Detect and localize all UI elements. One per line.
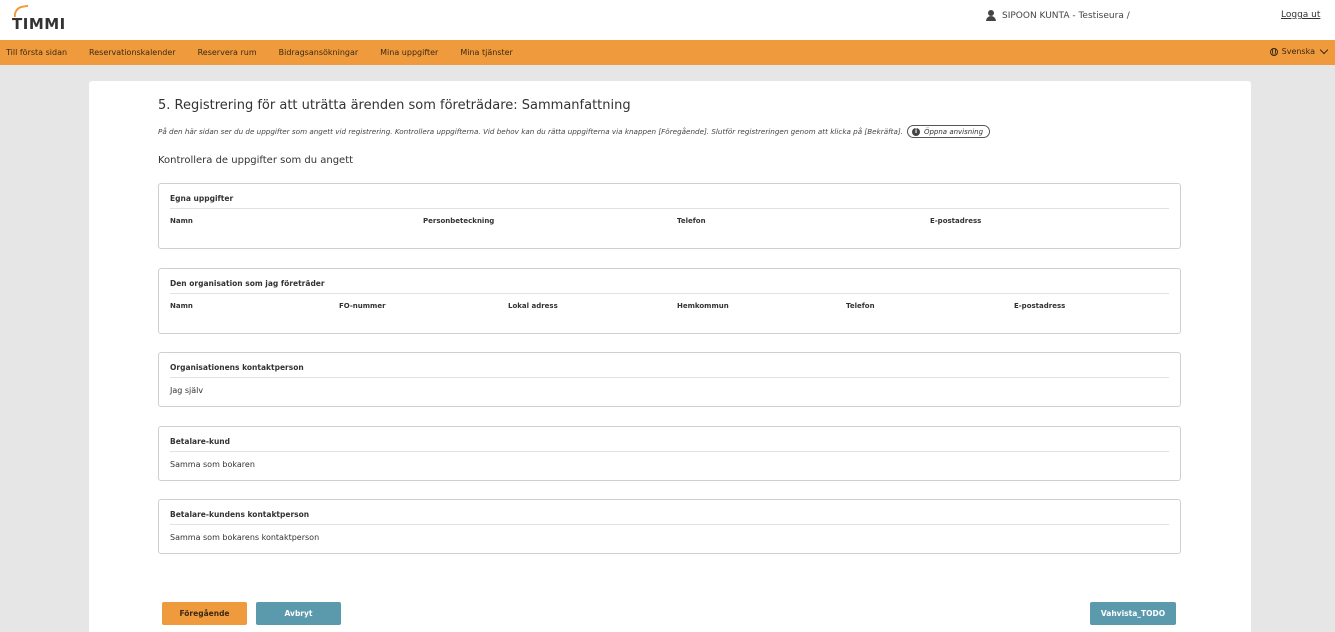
open-guide-label: Öppna anvisning — [923, 127, 984, 136]
payer-panel: Betalare-kund Samma som bokaren — [158, 426, 1181, 481]
divider — [170, 208, 1169, 209]
column-header-phone: Telefon — [846, 302, 875, 310]
nav-item-reserve-room[interactable]: Reservera rum — [198, 48, 257, 57]
timmi-logo[interactable]: TIMMI — [12, 4, 92, 34]
payer-contact-value: Samma som bokarens kontaktperson — [170, 533, 320, 542]
column-header-local-address: Lokal adress — [508, 302, 558, 310]
confirm-button[interactable]: Vahvista_TODO — [1090, 602, 1176, 625]
top-bar: TIMMI SIPOON KUNTA - Testiseura / Logga … — [0, 0, 1335, 40]
cancel-button[interactable]: Avbryt — [256, 602, 341, 625]
divider — [170, 524, 1169, 525]
globe-icon — [1269, 47, 1278, 56]
nav-item-reservation-calendar[interactable]: Reservationskalender — [89, 48, 176, 57]
section-subtitle: Kontrollera de uppgifter som du angett — [158, 155, 354, 166]
intro-text-row: På den här sidan ser du de uppgifter som… — [158, 125, 991, 138]
user-info: SIPOON KUNTA - Testiseura / — [986, 10, 1130, 21]
intro-text: På den här sidan ser du de uppgifter som… — [158, 127, 903, 136]
panel-title: Betalare-kund — [170, 437, 231, 446]
panel-title: Betalare-kundens kontaktperson — [170, 510, 310, 519]
contact-person-value: Jag själv — [170, 386, 204, 395]
nav-item-home[interactable]: Till första sidan — [6, 48, 67, 57]
organisation-panel: Den organisation som jag företräder Namn… — [158, 268, 1181, 334]
column-header-phone: Telefon — [677, 217, 706, 225]
panel-title: Den organisation som jag företräder — [170, 279, 325, 288]
page-title: 5. Registrering för att uträtta ärenden … — [158, 98, 631, 113]
main-nav: Till första sidan Reservationskalender R… — [0, 40, 1335, 65]
panel-title: Egna uppgifter — [170, 194, 234, 203]
user-icon — [986, 10, 996, 21]
panel-title: Organisationens kontaktperson — [170, 363, 304, 372]
contact-person-panel: Organisationens kontaktperson Jag själv — [158, 352, 1181, 407]
chevron-down-icon — [1319, 45, 1329, 55]
language-label: Svenska — [1281, 47, 1315, 56]
previous-button[interactable]: Föregående — [162, 602, 247, 625]
divider — [170, 377, 1169, 378]
payer-value: Samma som bokaren — [170, 460, 255, 469]
column-header-municipality: Hemkommun — [677, 302, 729, 310]
nav-item-grant-applications[interactable]: Bidragsansökningar — [279, 48, 359, 57]
user-label: SIPOON KUNTA - Testiseura / — [1002, 10, 1130, 21]
own-info-panel: Egna uppgifter Namn Personbeteckning Tel… — [158, 183, 1181, 249]
column-header-business-id: FO-nummer — [339, 302, 386, 310]
column-header-email: E-postadress — [930, 217, 982, 225]
column-header-name: Namn — [170, 302, 193, 310]
nav-item-my-information[interactable]: Mina uppgifter — [380, 48, 438, 57]
info-icon: i — [911, 127, 920, 136]
payer-contact-panel: Betalare-kundens kontaktperson Samma som… — [158, 499, 1181, 554]
language-selector[interactable]: Svenska — [1269, 45, 1329, 56]
column-header-name: Namn — [170, 217, 193, 225]
divider — [170, 293, 1169, 294]
divider — [170, 451, 1169, 452]
column-header-personal-id: Personbeteckning — [423, 217, 495, 225]
logo-text: TIMMI — [12, 15, 66, 33]
column-header-email: E-postadress — [1014, 302, 1066, 310]
nav-item-my-services[interactable]: Mina tjänster — [460, 48, 513, 57]
logout-link[interactable]: Logga ut — [1281, 10, 1320, 20]
open-guide-button[interactable]: i Öppna anvisning — [906, 125, 991, 138]
